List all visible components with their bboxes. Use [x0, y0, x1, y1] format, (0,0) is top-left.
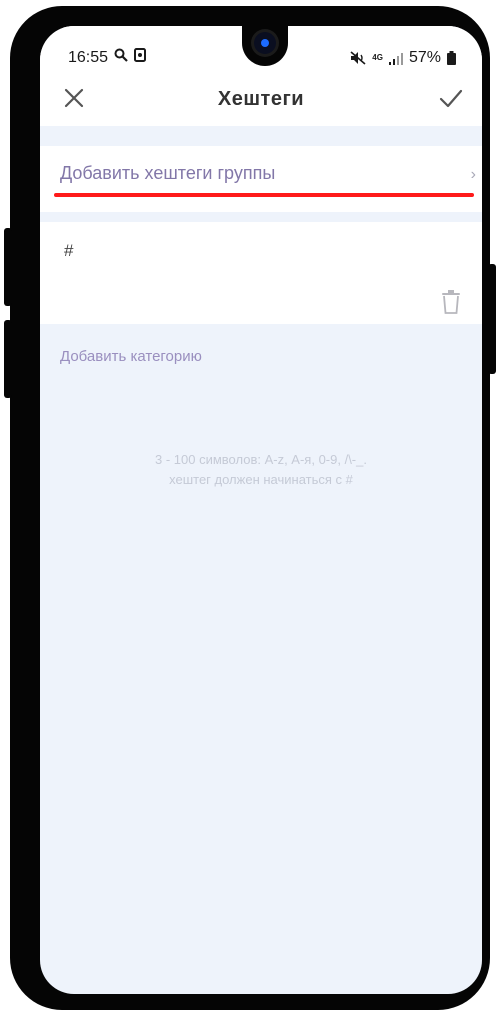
screenshot-icon: [134, 48, 146, 62]
screen: 16:55 4G 57% Хештеги Добавить хештеги гр…: [40, 26, 482, 994]
highlight-underline: [54, 193, 474, 197]
network-type: 4G: [372, 53, 383, 62]
phone-frame: 16:55 4G 57% Хештеги Добавить хештеги гр…: [4, 6, 496, 1010]
side-button-right: [488, 264, 496, 374]
hashtag-card: [40, 222, 482, 324]
status-icons-left: [114, 48, 146, 62]
battery-icon: [447, 51, 456, 65]
hint-line-2: хештег должен начинаться с #: [169, 472, 353, 487]
hashtag-rules-hint: 3 - 100 символов: A-z, А-я, 0-9, /\-_. х…: [120, 450, 402, 490]
mute-icon: [350, 51, 366, 65]
status-time: 16:55: [68, 49, 109, 66]
status-icons-right: 4G 57%: [350, 49, 456, 67]
camera-lens: [254, 32, 276, 54]
search-icon: [114, 48, 128, 62]
side-button-left-top: [4, 228, 12, 306]
hashtag-input[interactable]: [62, 240, 426, 262]
trash-icon[interactable]: [442, 290, 460, 314]
add-group-hashtags-label: Добавить хештеги группы: [60, 163, 276, 183]
signal-icon: [388, 52, 403, 65]
battery-percent: 57%: [408, 49, 441, 66]
check-icon[interactable]: [438, 86, 464, 110]
add-group-hashtags-row[interactable]: Добавить хештеги группы ›: [40, 146, 482, 212]
add-category-link[interactable]: Добавить категорию: [60, 348, 202, 365]
app-header: Хештеги: [40, 76, 482, 126]
hint-line-1: 3 - 100 символов: A-z, А-я, 0-9, /\-_.: [155, 452, 367, 467]
side-button-left-bottom: [4, 320, 12, 398]
page-title: Хештеги: [217, 88, 305, 110]
chevron-right-icon: ›: [470, 166, 476, 183]
